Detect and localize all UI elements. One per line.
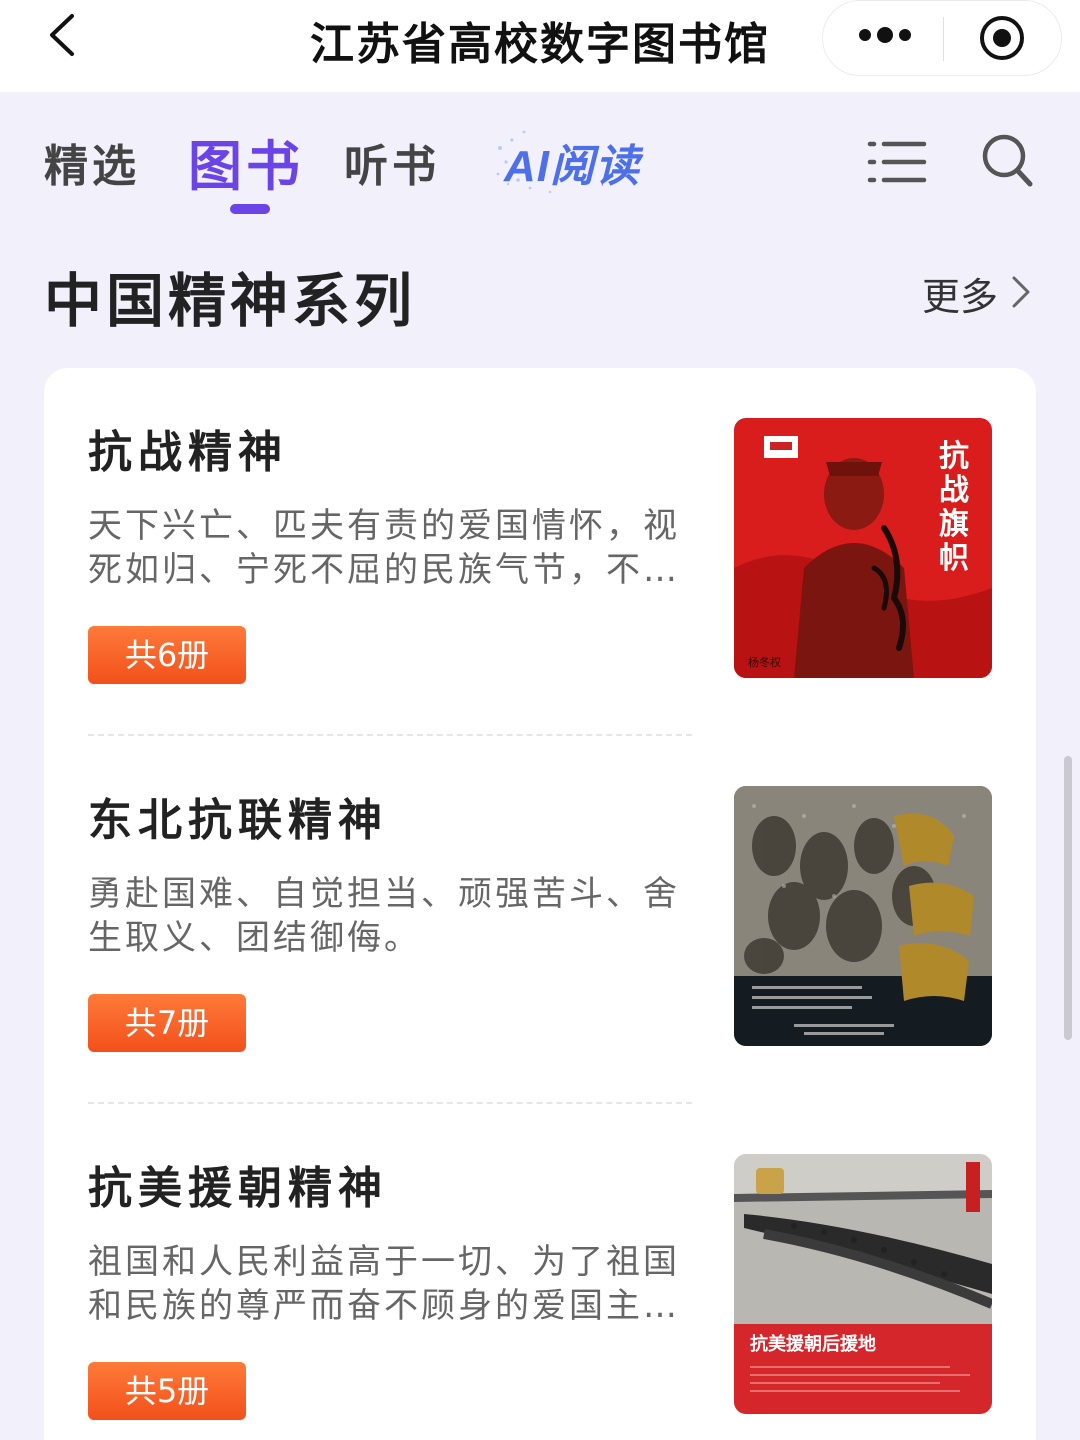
series-card: 抗战精神 天下兴亡、匹夫有责的爱国情怀，视死如归、宁死不屈的民族气节，不… 共6…: [44, 368, 1036, 1440]
count-badge: 共7册: [88, 994, 246, 1052]
item-title: 抗战精神: [88, 427, 288, 478]
search-icon[interactable]: [980, 132, 1036, 190]
tab-featured[interactable]: 精选: [44, 130, 140, 194]
mini-program-capsule: [822, 0, 1062, 76]
active-tab-indicator: [230, 204, 270, 214]
cover-image: 抗 战 旗 帜 杨冬权: [734, 418, 992, 678]
ai-read-tab[interactable]: AI阅读: [490, 118, 690, 198]
list-item-kangmei[interactable]: 抗美援朝精神 祖国和人民利益高于一切、为了祖国和民族的尊严而奋不顾身的爱国主… …: [44, 1104, 1036, 1440]
cover-title-char: 旗: [939, 507, 969, 542]
list-icon[interactable]: [866, 136, 928, 188]
title-bar: 江苏省高校数字图书馆: [0, 0, 1080, 92]
cover-image: [734, 786, 992, 1046]
scrollbar[interactable]: [1064, 756, 1072, 1040]
list-item-kangzhan[interactable]: 抗战精神 天下兴亡、匹夫有责的爱国情怀，视死如归、宁死不屈的民族气节，不… 共6…: [44, 368, 1036, 736]
tab-books[interactable]: 图书: [188, 122, 304, 201]
mini-program-close-icon[interactable]: [977, 13, 1027, 63]
item-title: 东北抗联精神: [88, 795, 388, 846]
count-badge: 共6册: [88, 626, 246, 684]
cover-title: 抗美援朝后援地: [750, 1333, 876, 1355]
cover-title-char: 抗: [939, 439, 969, 474]
item-title: 抗美援朝精神: [88, 1163, 388, 1214]
tab-audiobooks[interactable]: 听书: [344, 130, 440, 194]
book-cover-dongbei[interactable]: [734, 786, 992, 1046]
book-cover-kangzhan[interactable]: 抗 战 旗 帜 杨冬权: [734, 418, 992, 678]
category-tabs: 精选 图书 听书 AI阅读: [0, 118, 1080, 228]
book-cover-kangmei[interactable]: 抗美援朝后援地: [734, 1154, 992, 1414]
cover-title-char: 帜: [939, 541, 969, 576]
item-description: 天下兴亡、匹夫有责的爱国情怀，视死如归、宁死不屈的民族气节，不…: [88, 506, 680, 590]
item-description: 勇赴国难、自觉担当、顽强苦斗、舍生取义、团结御侮。: [88, 874, 680, 958]
count-badge: 共5册: [88, 1362, 246, 1420]
ai-read-label: AI阅读: [504, 142, 640, 191]
cover-image: 抗美援朝后援地: [734, 1154, 992, 1414]
list-item-dongbei[interactable]: 东北抗联精神 勇赴国难、自觉担当、顽强苦斗、舍生取义、团结御侮。 共7册: [44, 736, 1036, 1104]
item-description: 祖国和人民利益高于一切、为了祖国和民族的尊严而奋不顾身的爱国主…: [88, 1242, 680, 1326]
capsule-divider: [943, 17, 944, 61]
more-dots-icon[interactable]: [855, 23, 915, 47]
section-title: 中国精神系列: [44, 267, 417, 335]
cover-title-char: 战: [939, 473, 969, 508]
more-link[interactable]: 更多: [922, 266, 998, 321]
chevron-right-icon[interactable]: [1006, 270, 1036, 314]
cover-author: 杨冬权: [748, 655, 781, 669]
